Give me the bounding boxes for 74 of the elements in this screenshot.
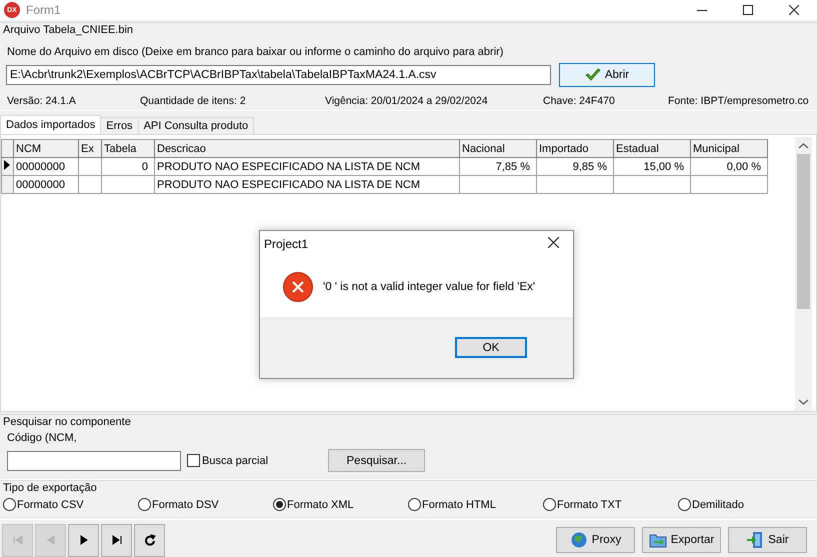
table-cell: PRODUTO NAO ESPECIFICADO NA LISTA DE NCM [157, 178, 420, 190]
info-label: Vigência: 20/01/2024 a 29/02/2024 [325, 95, 489, 107]
table-cell: 0,00 % [690, 158, 768, 176]
error-icon [283, 272, 313, 302]
column-header: Ex [78, 140, 102, 158]
open-button[interactable]: Abrir [559, 63, 655, 87]
radio-label: Formato HTML [422, 498, 496, 510]
code-field[interactable] [7, 450, 181, 470]
radio-label: Formato XML [287, 498, 354, 510]
info-label: Chave: 24F470 [543, 95, 616, 107]
search-button[interactable]: Pesquisar... [328, 449, 426, 472]
field-label: Código (NCM, [7, 432, 78, 446]
window-title: Form1 [26, 3, 61, 17]
proxy-button[interactable]: Proxy [556, 527, 635, 553]
navigator-button[interactable] [101, 524, 132, 556]
scrollbar[interactable] [795, 137, 812, 411]
exit-button[interactable]: Sair [728, 527, 807, 553]
info-label: Versão: 24.1.A [7, 95, 77, 107]
field-label: Nome do Arquivo em disco (Deixe em branco para baixar ou informe o caminho do arquivo para abrir) [7, 46, 504, 60]
path-field[interactable]: E:\Acbr\trunk2\Exemplos\ACBrTCP\ACBrIBPTax\tabela\TabelaIBPTaxMA24.1.A.csv [6, 65, 551, 85]
column-header: Municipal [690, 140, 768, 158]
column-header: NCM [14, 140, 78, 158]
export-button[interactable]: Exportar [642, 527, 721, 553]
dialog-title: Project1 [264, 237, 308, 251]
radio-button[interactable] [543, 498, 556, 511]
radio-label: Formato TXT [557, 498, 622, 510]
column-header: Estadual [614, 140, 690, 158]
tab[interactable]: API Consulta produto [138, 117, 254, 134]
navigator-button[interactable] [134, 524, 165, 556]
table-cell: 9,85 % [536, 158, 614, 176]
dialog-message: '0 ' is not a valid integer value for field 'Ex' [323, 281, 536, 293]
checkbox-label: Busca parcial [202, 454, 268, 466]
info-label: Quantidade de itens: 2 [140, 95, 247, 107]
close-icon [548, 237, 559, 248]
close-icon [789, 5, 799, 15]
column-header: Descricao [154, 140, 460, 158]
table-cell: 7,85 % [460, 158, 536, 176]
close-button[interactable] [548, 237, 559, 251]
left-triangle-icon [44, 534, 56, 546]
ok-button[interactable]: OK [455, 337, 527, 358]
skip-first-icon [12, 534, 24, 546]
column-header: Nacional [460, 140, 536, 158]
globe-icon [570, 531, 588, 549]
group-title: Tipo de exportação [3, 481, 98, 495]
navigator-button[interactable] [68, 524, 99, 556]
radio-button[interactable] [678, 498, 691, 511]
radio-label: Formato CSV [17, 498, 84, 510]
info-label: Fonte: IBPT/empresometro.co [668, 95, 810, 107]
row-pointer-icon [4, 160, 10, 170]
exit-door-icon [746, 531, 764, 549]
tab[interactable]: Dados importados [0, 115, 102, 134]
column-header: Importado [536, 140, 614, 158]
group-title: Arquivo Tabela_CNIEE.bin [3, 23, 134, 37]
scroll-thumb[interactable] [797, 154, 810, 309]
column-header: Tabela [102, 140, 154, 158]
maximize-icon [743, 5, 753, 15]
table-cell: 00000000 [14, 158, 78, 176]
table-cell: 0 [102, 158, 154, 176]
radio-label: Demilitado [692, 498, 744, 510]
right-triangle-icon [78, 534, 90, 546]
refresh-icon [144, 534, 156, 546]
checkbox[interactable] [187, 454, 200, 467]
radio-button[interactable] [138, 498, 151, 511]
table-cell: 00000000 [16, 178, 65, 190]
checkmark-icon [584, 68, 601, 82]
row-indicator[interactable] [2, 158, 14, 176]
table-cell: PRODUTO NAO ESPECIFICADO NA LISTA DE NCM [154, 158, 460, 176]
skip-last-icon [110, 534, 122, 546]
radio-button[interactable] [3, 498, 16, 511]
radio-label: Formato DSV [152, 498, 219, 510]
radio-button[interactable] [408, 498, 421, 511]
table-cell: 15,00 % [614, 158, 690, 176]
radio-button[interactable] [273, 498, 286, 511]
group-title: Pesquisar no componente [3, 415, 132, 429]
